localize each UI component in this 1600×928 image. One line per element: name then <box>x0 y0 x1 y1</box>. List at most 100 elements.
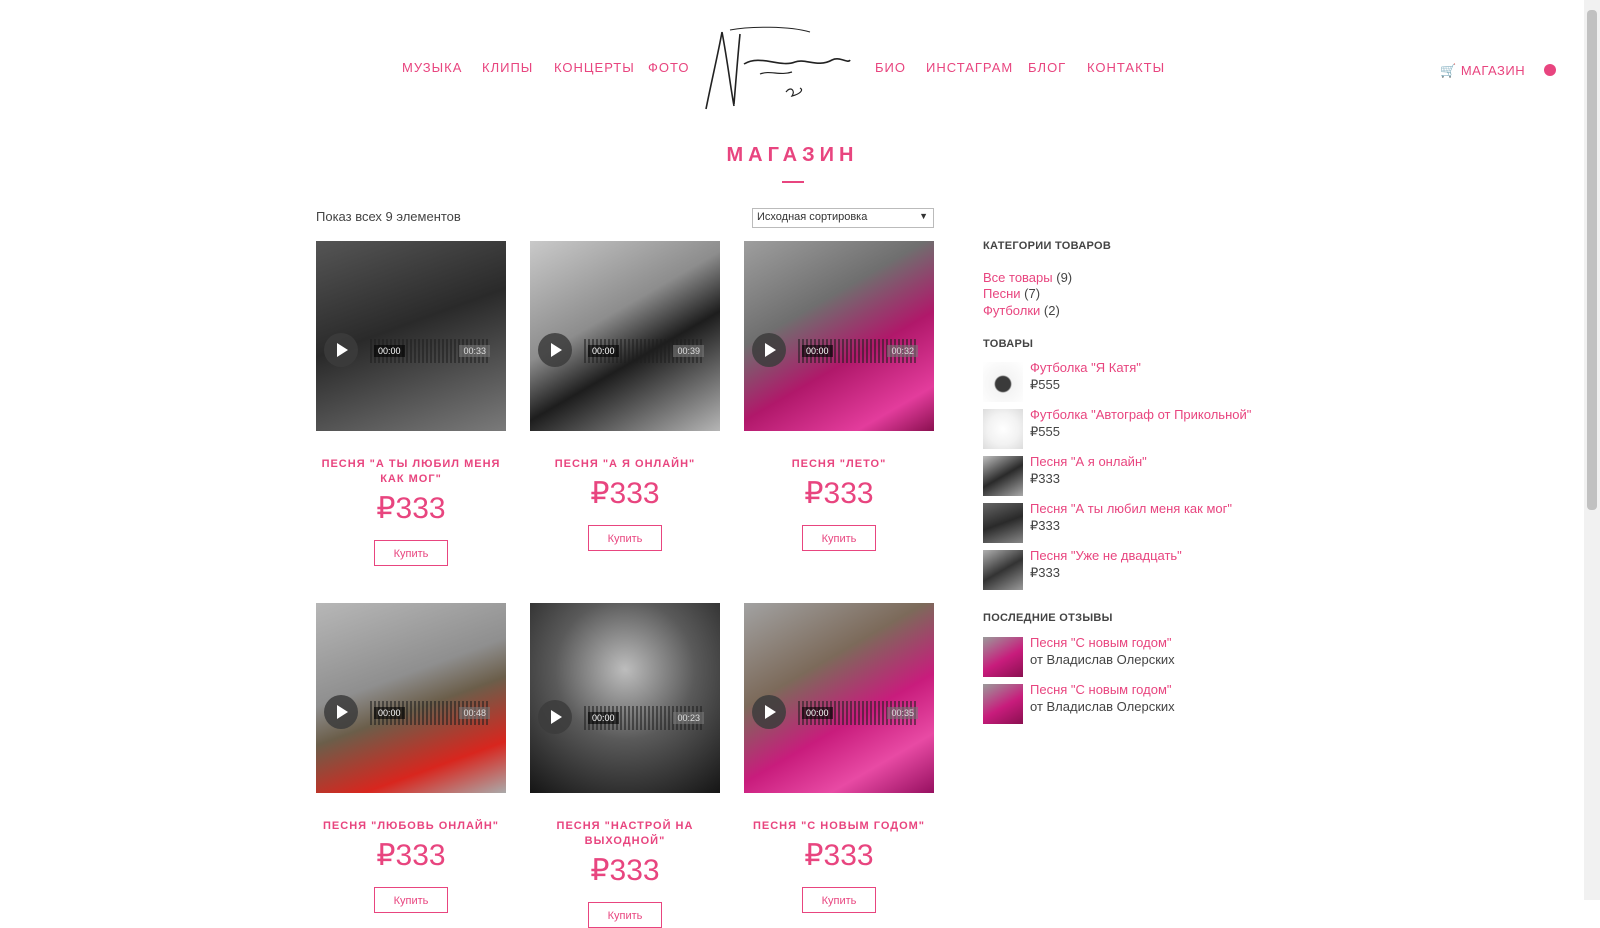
category-item: Песни (7) <box>983 286 1040 301</box>
buy-button[interactable]: Купить <box>588 902 662 928</box>
sidebar-product-title[interactable]: Футболка "Автограф от Прикольной" <box>1030 407 1251 422</box>
review-thumbnail[interactable] <box>983 637 1023 677</box>
product-image[interactable]: 00:00 00:23 <box>530 603 720 793</box>
time-current: 00:00 <box>374 345 405 357</box>
nav-item-bio[interactable]: БИО <box>875 60 906 75</box>
sidebar-product-price: ₽333 <box>1030 565 1060 580</box>
nav-item-contacts[interactable]: КОНТАКТЫ <box>1087 60 1165 75</box>
audio-player: 00:00 00:32 <box>752 333 926 369</box>
product-image[interactable]: 00:00 00:35 <box>744 603 934 793</box>
category-count: (9) <box>1056 270 1073 285</box>
product-image[interactable]: 00:00 00:39 <box>530 241 720 431</box>
audio-player: 00:00 00:33 <box>324 333 498 369</box>
page-title: МАГАЗИН <box>726 144 859 166</box>
product-image[interactable]: 00:00 00:48 <box>316 603 506 793</box>
category-link[interactable]: Футболки <box>983 303 1040 318</box>
product-thumbnail[interactable] <box>983 503 1023 543</box>
time-current: 00:00 <box>802 707 833 719</box>
product-price: ₽333 <box>590 854 660 887</box>
cart-shop-label: МАГАЗИН <box>1460 63 1526 78</box>
product-image[interactable]: 00:00 00:33 <box>316 241 506 431</box>
product-title[interactable]: ПЕСНЯ "А Я ОНЛАЙН" <box>530 457 720 472</box>
play-icon[interactable] <box>538 333 572 367</box>
product-title[interactable]: ПЕСНЯ "А ТЫ ЛЮБИЛ МЕНЯ КАК МОГ" <box>316 457 506 487</box>
nav-item-blog[interactable]: БЛОГ <box>1028 60 1066 75</box>
time-duration: 00:33 <box>459 345 490 357</box>
category-item: Все товары (9) <box>983 270 1072 285</box>
time-duration: 00:39 <box>673 345 704 357</box>
play-icon[interactable] <box>752 333 786 367</box>
product-title[interactable]: ПЕСНЯ "НАСТРОЙ НА ВЫХОДНОЙ" <box>530 819 720 849</box>
audio-player: 00:00 00:35 <box>752 695 926 731</box>
review-author: от Владислав Олерских <box>1030 652 1175 667</box>
sidebar-product-title[interactable]: Песня "Уже не двадцать" <box>1030 548 1182 563</box>
product-price: ₽333 <box>376 839 446 872</box>
product-card: 00:00 00:39 ПЕСНЯ "А Я ОНЛАЙН" ₽333 Купи… <box>530 241 720 551</box>
time-current: 00:00 <box>588 345 619 357</box>
chevron-down-icon: ▼ <box>919 211 928 221</box>
product-title[interactable]: ПЕСНЯ "ЛЕТО" <box>744 457 934 472</box>
review-thumbnail[interactable] <box>983 684 1023 724</box>
product-thumbnail[interactable] <box>983 550 1023 590</box>
time-current: 00:00 <box>802 345 833 357</box>
sidebar-product-title[interactable]: Песня "А ты любил меня как мог" <box>1030 501 1232 516</box>
buy-button[interactable]: Купить <box>374 887 448 913</box>
buy-button[interactable]: Купить <box>802 525 876 551</box>
review-product-title[interactable]: Песня "С новым годом" <box>1030 682 1172 697</box>
product-thumbnail[interactable] <box>983 362 1023 402</box>
user-account-icon[interactable] <box>1544 64 1556 76</box>
sidebar-product-title[interactable]: Футболка "Я Катя" <box>1030 360 1141 375</box>
category-link[interactable]: Все товары <box>983 270 1053 285</box>
time-duration: 00:48 <box>459 707 490 719</box>
sidebar-product-title[interactable]: Песня "А я онлайн" <box>1030 454 1147 469</box>
scrollbar-thumb[interactable] <box>1587 10 1597 510</box>
product-price: ₽333 <box>376 492 446 525</box>
cart-icon: 🛒 <box>1440 63 1457 78</box>
sidebar-product-price: ₽555 <box>1030 424 1060 439</box>
nav-item-photo[interactable]: ФОТО <box>648 60 689 75</box>
product-image[interactable]: 00:00 00:32 <box>744 241 934 431</box>
time-duration: 00:32 <box>887 345 918 357</box>
product-price: ₽333 <box>804 839 874 872</box>
product-thumbnail[interactable] <box>983 456 1023 496</box>
sort-select-value: Исходная сортировка <box>757 211 868 223</box>
sidebar-product-price: ₽333 <box>1030 518 1060 533</box>
signature-logo[interactable] <box>700 24 855 114</box>
product-card: 00:00 00:32 ПЕСНЯ "ЛЕТО" ₽333 Купить <box>744 241 934 551</box>
category-count: (2) <box>1043 303 1060 318</box>
product-price: ₽333 <box>590 477 660 510</box>
sidebar-product-price: ₽333 <box>1030 471 1060 486</box>
audio-player: 00:00 00:23 <box>538 700 712 736</box>
product-card: 00:00 00:33 ПЕСНЯ "А ТЫ ЛЮБИЛ МЕНЯ КАК М… <box>316 241 506 566</box>
nav-item-instagram[interactable]: ИНСТАГРАМ <box>926 60 1013 75</box>
review-author: от Владислав Олерских <box>1030 699 1175 714</box>
product-card: 00:00 00:35 ПЕСНЯ "С НОВЫМ ГОДОМ" ₽333 К… <box>744 603 934 913</box>
product-thumbnail[interactable] <box>983 409 1023 449</box>
category-item: Футболки (2) <box>983 303 1060 318</box>
buy-button[interactable]: Купить <box>588 525 662 551</box>
nav-item-clips[interactable]: КЛИПЫ <box>482 60 533 75</box>
product-title[interactable]: ПЕСНЯ "ЛЮБОВЬ ОНЛАЙН" <box>316 819 506 834</box>
category-link[interactable]: Песни <box>983 286 1021 301</box>
nav-item-music[interactable]: МУЗЫКА <box>402 60 462 75</box>
cart-shop-link[interactable]: 🛒 МАГАЗИН <box>1440 63 1525 79</box>
product-card: 00:00 00:48 ПЕСНЯ "ЛЮБОВЬ ОНЛАЙН" ₽333 К… <box>316 603 506 913</box>
time-duration: 00:23 <box>673 712 704 724</box>
play-icon[interactable] <box>324 695 358 729</box>
buy-button[interactable]: Купить <box>802 887 876 913</box>
play-icon[interactable] <box>538 700 572 734</box>
page-scrollbar[interactable] <box>1584 0 1600 900</box>
categories-heading: КАТЕГОРИИ ТОВАРОВ <box>983 240 1112 252</box>
sort-select[interactable]: Исходная сортировка ▼ <box>752 208 934 228</box>
buy-button[interactable]: Купить <box>374 540 448 566</box>
products-heading: ТОВАРЫ <box>983 338 1034 350</box>
play-icon[interactable] <box>324 333 358 367</box>
product-price: ₽333 <box>804 477 874 510</box>
sidebar-product-price: ₽555 <box>1030 377 1060 392</box>
product-title[interactable]: ПЕСНЯ "С НОВЫМ ГОДОМ" <box>744 819 934 834</box>
nav-item-concerts[interactable]: КОНЦЕРТЫ <box>554 60 635 75</box>
review-product-title[interactable]: Песня "С новым годом" <box>1030 635 1172 650</box>
category-count: (7) <box>1024 286 1041 301</box>
time-current: 00:00 <box>588 712 619 724</box>
play-icon[interactable] <box>752 695 786 729</box>
